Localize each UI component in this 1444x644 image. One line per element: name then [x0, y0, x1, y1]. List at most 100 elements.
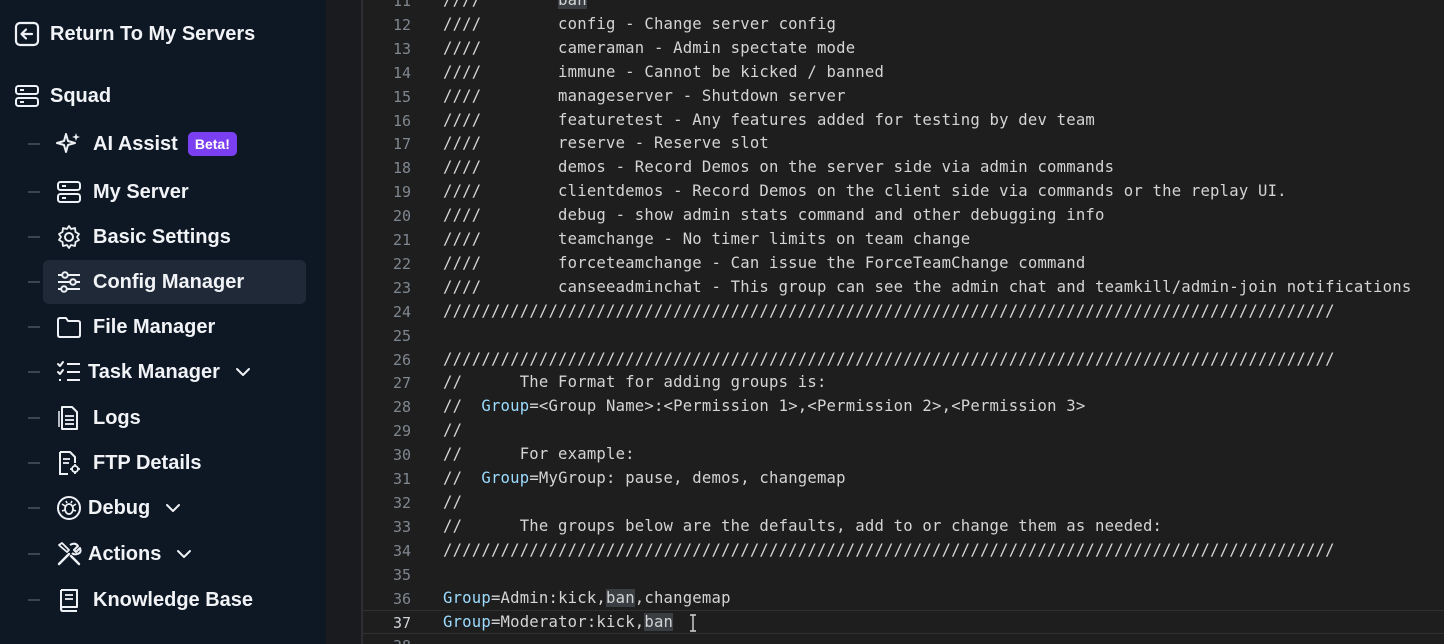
chevron-down-icon[interactable]: [234, 363, 252, 381]
code-text[interactable]: //// forceteamchange - Can issue the For…: [443, 254, 1085, 272]
text-token: //// forceteamchange - Can issue the For…: [443, 253, 1086, 272]
code-line[interactable]: 24 //////////////////////////////////////…: [363, 300, 1444, 324]
code-text[interactable]: // The Format for adding groups is:: [443, 373, 827, 391]
code-line[interactable]: 31 // Group=MyGroup: pause, demos, change…: [363, 467, 1444, 491]
code-line[interactable]: 15 //// manageserver - Shutdown server: [363, 85, 1444, 109]
code-text[interactable]: Group=Moderator:kick,ban: [443, 613, 674, 632]
code-line[interactable]: 16 //// featuretest - Any features added …: [363, 109, 1444, 133]
nav-file-manager[interactable]: File Manager: [28, 305, 306, 349]
line-number: 36: [392, 589, 411, 608]
nav-label: Basic Settings: [93, 225, 231, 248]
nav-ftp-details[interactable]: FTP Details: [28, 441, 306, 485]
code-line[interactable]: 23 //// canseeadminchat - This group can …: [363, 276, 1444, 300]
code-line[interactable]: 20 //// debug - show admin stats command …: [363, 204, 1444, 228]
nav-label: AI Assist: [93, 132, 178, 155]
line-number: 21: [392, 231, 411, 249]
line-number: 13: [392, 39, 411, 58]
code-text[interactable]: //// cameraman - Admin spectate mode: [443, 39, 855, 57]
folder-icon: [56, 314, 82, 340]
line-number: 35: [392, 565, 411, 584]
code-text[interactable]: Group=Admin:kick,ban,changemap: [443, 588, 731, 607]
sliders-icon: [56, 269, 82, 295]
document-icon: [56, 405, 82, 431]
tree-connector: [28, 281, 40, 283]
nav-basic-settings[interactable]: Basic Settings: [28, 215, 306, 259]
code-text[interactable]: //// ban: [443, 0, 587, 9]
tree-connector: [28, 507, 40, 509]
code-text[interactable]: //: [443, 493, 462, 511]
code-line[interactable]: 35: [363, 563, 1444, 587]
code-line[interactable]: 19 //// clientdemos - Record Demos on the…: [363, 180, 1444, 204]
code-text[interactable]: //// teamchange - No timer limits on tea…: [443, 230, 970, 248]
gear-icon: [56, 224, 82, 250]
code-line[interactable]: 22 //// forceteamchange - Can issue the F…: [363, 252, 1444, 276]
code-text[interactable]: //// debug - show admin stats command an…: [443, 206, 1105, 224]
code-line[interactable]: 37 Group=Moderator:kick,ban: [363, 610, 1444, 635]
nav-config-manager[interactable]: Config Manager: [28, 260, 306, 304]
nav-label: FTP Details: [93, 451, 202, 474]
code-line[interactable]: 28 // Group=<Group Name>:<Permission 1>,<…: [363, 395, 1444, 419]
code-text[interactable]: //: [443, 421, 462, 439]
nav-actions[interactable]: Actions: [28, 532, 306, 576]
code-text[interactable]: ////////////////////////////////////////…: [443, 350, 1335, 368]
line-number: 26: [392, 350, 411, 369]
code-text[interactable]: //// reserve - Reserve slot: [443, 134, 769, 152]
return-to-servers-link[interactable]: Return To My Servers: [14, 20, 255, 48]
tree-connector: [28, 143, 40, 145]
nav-label: File Manager: [93, 315, 216, 338]
code-text[interactable]: ////////////////////////////////////////…: [443, 302, 1335, 320]
nav-my-server[interactable]: My Server: [28, 170, 306, 214]
code-line[interactable]: 18 //// demos - Record Demos on the serve…: [363, 156, 1444, 180]
code-line[interactable]: 27 // The Format for adding groups is:: [363, 371, 1444, 395]
code-line[interactable]: 14 //// immune - Cannot be kicked / banne…: [363, 61, 1444, 85]
code-line[interactable]: 21 //// teamchange - No timer limits on t…: [363, 228, 1444, 252]
code-line[interactable]: 30 // For example:: [363, 443, 1444, 467]
code-text[interactable]: ////////////////////////////////////////…: [443, 541, 1335, 559]
file-settings-icon: [56, 450, 82, 476]
line-number: 12: [392, 15, 411, 34]
code-text[interactable]: //// immune - Cannot be kicked / banned: [443, 63, 884, 81]
code-line[interactable]: 26 //////////////////////////////////////…: [363, 348, 1444, 372]
code-line[interactable]: 12 //// config - Change server config: [363, 13, 1444, 37]
code-editor[interactable]: 11//// ban 12 //// config - Change server …: [363, 0, 1444, 644]
code-text[interactable]: // Group=MyGroup: pause, demos, changema…: [443, 469, 846, 487]
code-line[interactable]: 36 Group=Admin:kick,ban,changemap: [363, 587, 1444, 611]
code-line[interactable]: 17 //// reserve - Reserve slot: [363, 132, 1444, 156]
code-line[interactable]: 32 //: [363, 491, 1444, 515]
checklist-icon: [56, 359, 82, 385]
code-line[interactable]: 34 //////////////////////////////////////…: [363, 539, 1444, 563]
code-text[interactable]: // Group=<Group Name>:<Permission 1>,<Pe…: [443, 397, 1085, 415]
nav-label: Task Manager: [88, 360, 220, 383]
line-number: 37: [392, 614, 411, 633]
code-text[interactable]: // For example:: [443, 445, 635, 463]
nav-knowledge-base[interactable]: Knowledge Base: [28, 578, 306, 622]
nav-task-manager[interactable]: Task Manager: [28, 350, 306, 394]
chevron-down-icon[interactable]: [164, 499, 182, 517]
nav-ai-assist[interactable]: AI Assist Beta!: [28, 122, 306, 166]
beta-badge: Beta!: [187, 132, 237, 156]
text-token: ////////////////////////////////////////…: [443, 301, 1335, 320]
code-text[interactable]: //// demos - Record Demos on the server …: [443, 158, 1114, 176]
code-text[interactable]: // The groups below are the defaults, ad…: [443, 517, 1162, 535]
code-text[interactable]: //// canseeadminchat - This group can se…: [443, 278, 1411, 296]
code-line[interactable]: 11 //// ban: [363, 0, 1444, 13]
code-line[interactable]: 29 //: [363, 419, 1444, 443]
text-token: //// immune - Cannot be kicked / banned: [443, 62, 885, 81]
code-text[interactable]: //// manageserver - Shutdown server: [443, 87, 846, 105]
code-line[interactable]: 25: [363, 324, 1444, 348]
code-line[interactable]: 13 //// cameraman - Admin spectate mode: [363, 37, 1444, 61]
text-token: //// config - Change server config: [443, 14, 837, 33]
code-line[interactable]: 38: [363, 634, 1444, 644]
chevron-down-icon[interactable]: [175, 545, 193, 563]
nav-logs[interactable]: Logs: [28, 396, 306, 440]
code-text[interactable]: //// clientdemos - Record Demos on the c…: [443, 182, 1287, 200]
text-token: //// reserve - Reserve slot: [443, 134, 769, 153]
nav-label: Config Manager: [93, 270, 245, 293]
server-header[interactable]: Squad: [14, 82, 111, 110]
nav-debug[interactable]: Debug: [28, 486, 306, 530]
code-text[interactable]: //// featuretest - Any features added fo…: [443, 111, 1095, 129]
tree-connector: [28, 462, 40, 464]
code-text[interactable]: //// config - Change server config: [443, 15, 836, 33]
line-number: 22: [392, 254, 411, 273]
code-line[interactable]: 33 // The groups below are the defaults, …: [363, 515, 1444, 539]
